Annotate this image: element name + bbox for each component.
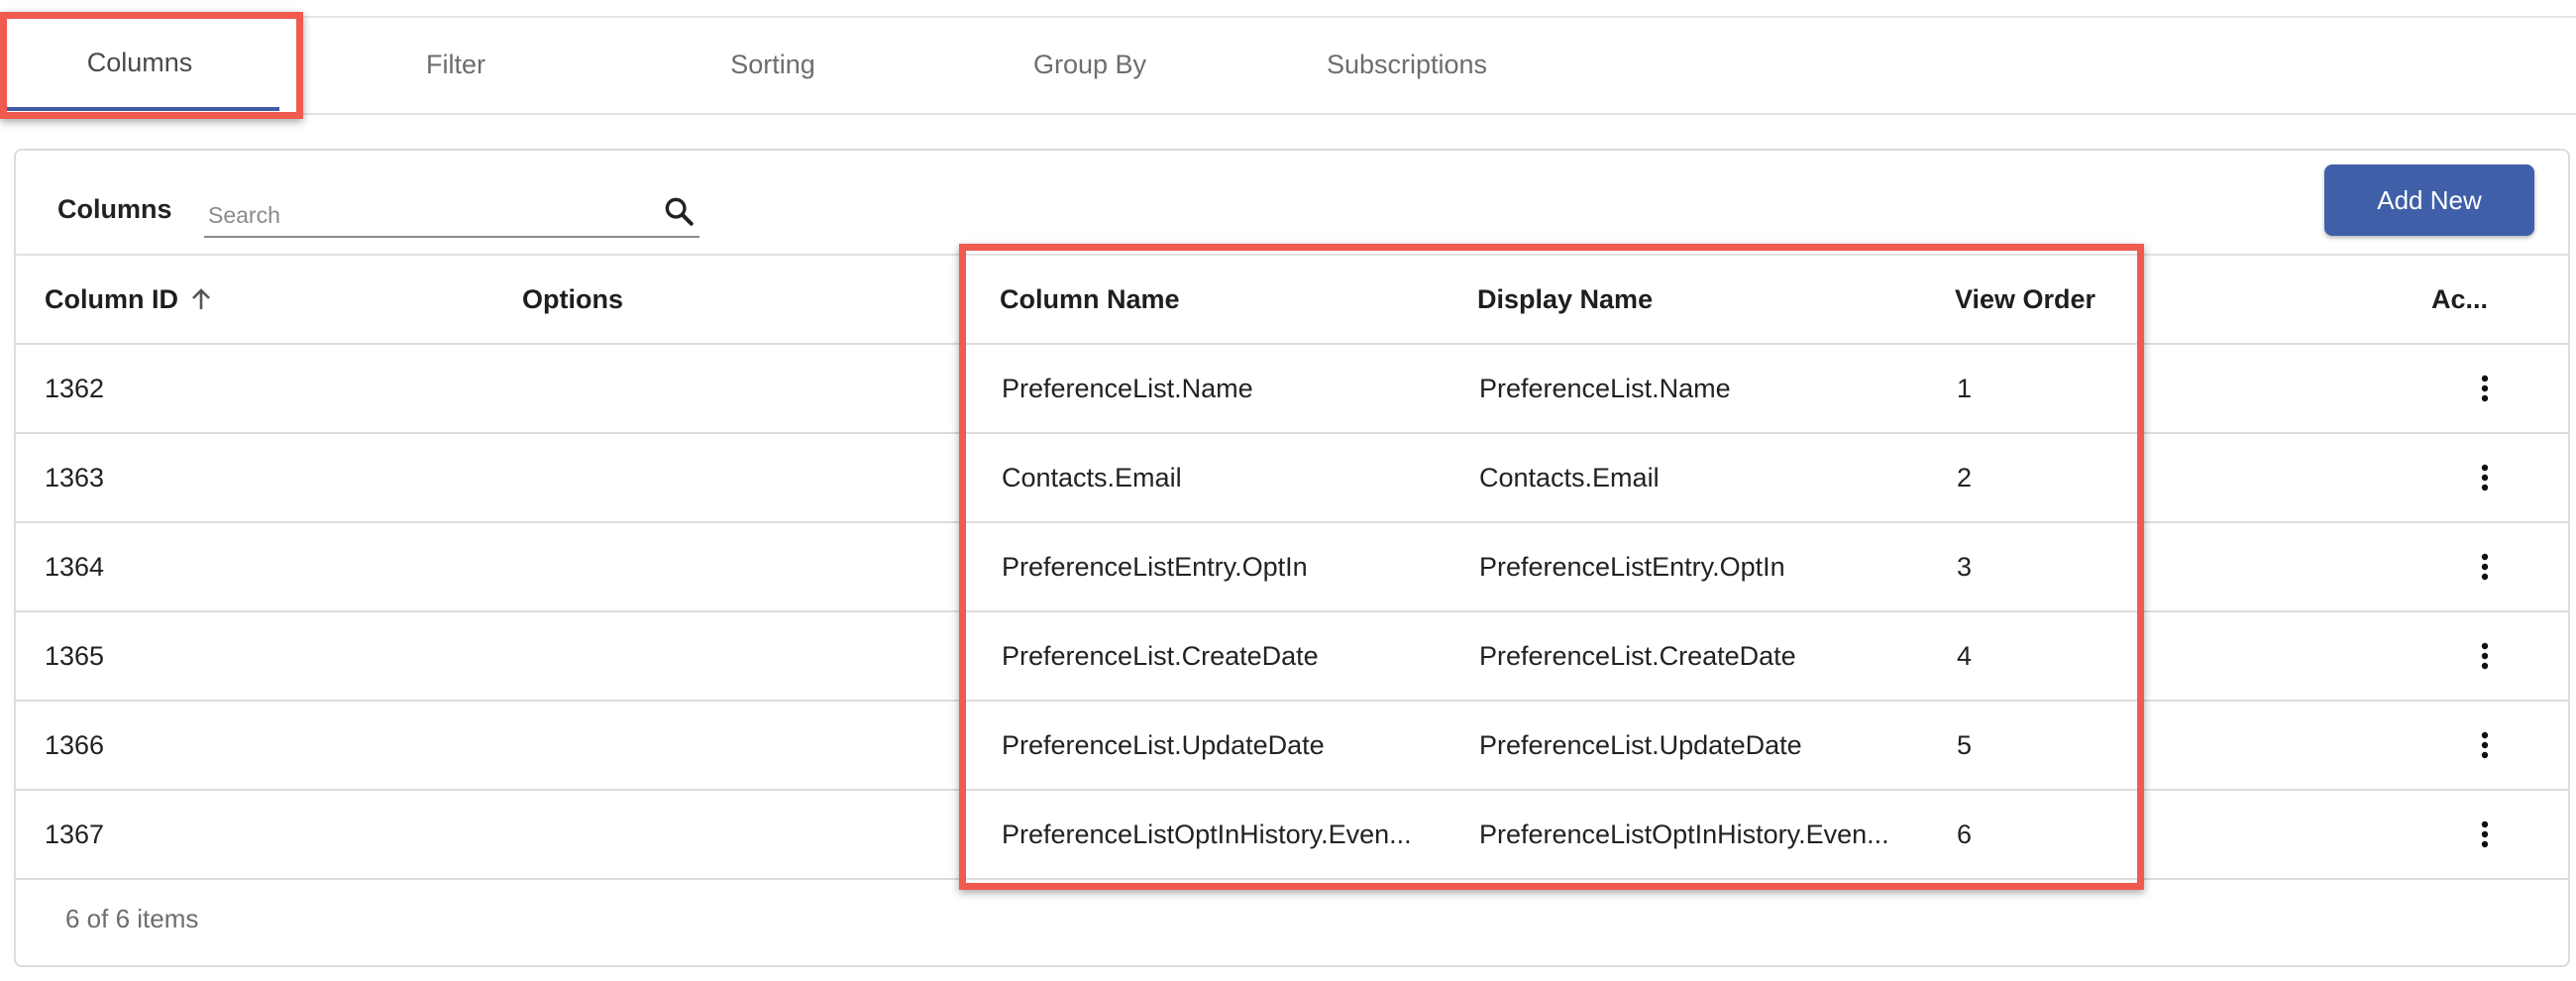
more-vertical-icon bbox=[2481, 553, 2489, 581]
add-new-button[interactable]: Add New bbox=[2324, 164, 2534, 236]
table-row[interactable]: 1364 PreferenceListEntry.OptIn Preferenc… bbox=[16, 523, 2568, 612]
cell-view-order: 4 bbox=[1957, 640, 1973, 671]
header-display-name[interactable]: Display Name bbox=[1477, 256, 1653, 343]
more-vertical-icon bbox=[2481, 731, 2489, 759]
cell-display-name: PreferenceList.UpdateDate bbox=[1479, 729, 1802, 760]
table-body: 1362 PreferenceList.Name PreferenceList.… bbox=[16, 345, 2568, 880]
tab-bar: Columns Filter Sorting Group By Subscrip… bbox=[0, 18, 2576, 115]
more-vertical-icon bbox=[2481, 375, 2489, 402]
cell-display-name: PreferenceListOptInHistory.Even... bbox=[1479, 818, 1889, 849]
row-actions-button[interactable] bbox=[2465, 369, 2505, 408]
cell-options bbox=[522, 702, 958, 789]
row-actions-button[interactable] bbox=[2465, 725, 2505, 765]
header-column-name[interactable]: Column Name bbox=[1000, 256, 1180, 343]
cell-column-id: 1365 bbox=[45, 640, 105, 671]
header-options[interactable]: Options bbox=[522, 256, 623, 343]
table-header-row: Column ID Options Column Name Display Na… bbox=[16, 256, 2568, 345]
cell-column-id: 1363 bbox=[45, 462, 105, 492]
header-column-id-label: Column ID bbox=[45, 283, 178, 314]
table-row[interactable]: 1365 PreferenceList.CreateDate Preferenc… bbox=[16, 612, 2568, 702]
cell-options bbox=[522, 345, 958, 432]
cell-view-order: 1 bbox=[1957, 373, 1973, 403]
cell-options bbox=[522, 612, 958, 700]
more-vertical-icon bbox=[2481, 820, 2489, 848]
cell-column-name: Contacts.Email bbox=[1002, 462, 1182, 492]
cell-view-order: 3 bbox=[1957, 551, 1973, 582]
cell-options bbox=[522, 523, 958, 610]
row-actions-button[interactable] bbox=[2465, 458, 2505, 497]
search-icon[interactable] bbox=[662, 194, 696, 228]
row-actions-button[interactable] bbox=[2465, 815, 2505, 854]
search-field bbox=[204, 190, 699, 238]
row-actions-button[interactable] bbox=[2465, 636, 2505, 676]
cell-display-name: Contacts.Email bbox=[1479, 462, 1660, 492]
cell-column-name: PreferenceList.CreateDate bbox=[1002, 640, 1319, 671]
cell-column-name: PreferenceListOptInHistory.Even... bbox=[1002, 818, 1412, 849]
cell-display-name: PreferenceList.CreateDate bbox=[1479, 640, 1796, 671]
cell-display-name: PreferenceListEntry.OptIn bbox=[1479, 551, 1785, 582]
cell-column-name: PreferenceList.Name bbox=[1002, 373, 1253, 403]
header-view-order[interactable]: View Order bbox=[1955, 256, 2095, 343]
table-row[interactable]: 1363 Contacts.Email Contacts.Email 2 bbox=[16, 434, 2568, 523]
cell-view-order: 6 bbox=[1957, 818, 1973, 849]
arrow-up-icon bbox=[192, 288, 210, 309]
cell-view-order: 5 bbox=[1957, 729, 1973, 760]
cell-column-id: 1367 bbox=[45, 818, 105, 849]
cell-column-name: PreferenceListEntry.OptIn bbox=[1002, 551, 1308, 582]
columns-panel: Columns Add New Column ID Options Column… bbox=[14, 149, 2570, 967]
search-input[interactable] bbox=[206, 196, 646, 234]
tab-subscriptions[interactable]: Subscriptions bbox=[1298, 18, 1516, 111]
header-column-id[interactable]: Column ID bbox=[45, 256, 212, 343]
table-row[interactable]: 1362 PreferenceList.Name PreferenceList.… bbox=[16, 345, 2568, 434]
cell-options bbox=[522, 434, 958, 521]
tab-columns[interactable]: Columns bbox=[0, 18, 279, 111]
cell-view-order: 2 bbox=[1957, 462, 1973, 492]
panel-title: Columns bbox=[57, 194, 172, 224]
header-actions[interactable]: Ac... bbox=[2431, 256, 2488, 343]
cell-column-id: 1362 bbox=[45, 373, 105, 403]
tab-group-by[interactable]: Group By bbox=[991, 18, 1189, 111]
cell-display-name: PreferenceList.Name bbox=[1479, 373, 1731, 403]
pagination-summary: 6 of 6 items bbox=[65, 904, 199, 933]
cell-options bbox=[522, 791, 958, 878]
cell-column-id: 1364 bbox=[45, 551, 105, 582]
row-actions-button[interactable] bbox=[2465, 547, 2505, 587]
tab-sorting[interactable]: Sorting bbox=[674, 18, 872, 111]
more-vertical-icon bbox=[2481, 464, 2489, 491]
cell-column-name: PreferenceList.UpdateDate bbox=[1002, 729, 1325, 760]
cell-column-id: 1366 bbox=[45, 729, 105, 760]
table-row[interactable]: 1367 PreferenceListOptInHistory.Even... … bbox=[16, 791, 2568, 880]
table-row[interactable]: 1366 PreferenceList.UpdateDate Preferenc… bbox=[16, 702, 2568, 791]
tab-filter[interactable]: Filter bbox=[357, 18, 555, 111]
more-vertical-icon bbox=[2481, 642, 2489, 670]
